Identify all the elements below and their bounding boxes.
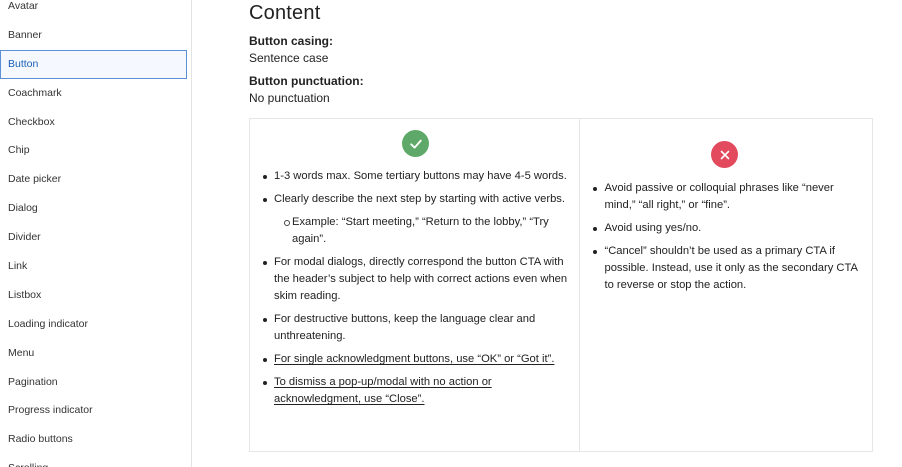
dont-item: Avoid passive or colloquial phrases like… (590, 180, 862, 214)
sidebar-item-loading-indicator[interactable]: Loading indicator (0, 310, 191, 339)
main-content: Content Button casing: Sentence case But… (249, 0, 879, 467)
do-item: For modal dialogs, directly correspond t… (260, 254, 569, 305)
sidebar-item-link[interactable]: Link (0, 252, 191, 281)
dont-item: Avoid using yes/no. (590, 220, 862, 237)
do-column: 1-3 words max. Some tertiary buttons may… (250, 119, 581, 451)
component-list: Avatar Banner Button Coachmark Checkbox … (0, 0, 191, 467)
sidebar-item-pagination[interactable]: Pagination (0, 368, 191, 397)
do-item: To dismiss a pop-up/modal with no action… (260, 374, 569, 408)
sidebar-item-coachmark[interactable]: Coachmark (0, 79, 191, 108)
do-item: Clearly describe the next step by starti… (260, 191, 569, 248)
dont-list: Avoid passive or colloquial phrases like… (590, 180, 862, 300)
do-list: 1-3 words max. Some tertiary buttons may… (260, 168, 569, 414)
sidebar-item-listbox[interactable]: Listbox (0, 281, 191, 310)
sidebar-item-divider[interactable]: Divider (0, 223, 191, 252)
dont-column: Avoid passive or colloquial phrases like… (580, 119, 872, 451)
do-sublist: Example: “Start meeting,” “Return to the… (274, 214, 569, 248)
do-dont-table: 1-3 words max. Some tertiary buttons may… (249, 118, 873, 452)
sidebar-item-radio-buttons[interactable]: Radio buttons (0, 425, 191, 454)
sidebar-item-checkbox[interactable]: Checkbox (0, 108, 191, 137)
casing-label: Button casing: (249, 34, 333, 48)
x-icon (711, 141, 739, 168)
sidebar-item-date-picker[interactable]: Date picker (0, 165, 191, 194)
checkmark-icon (402, 130, 429, 157)
section-title: Content (249, 2, 321, 24)
sidebar-nav: Avatar Banner Button Coachmark Checkbox … (0, 0, 192, 467)
sidebar-item-progress-indicator[interactable]: Progress indicator (0, 396, 191, 425)
do-item: For destructive buttons, keep the langua… (260, 311, 569, 345)
do-item: 1-3 words max. Some tertiary buttons may… (260, 168, 569, 185)
punctuation-value: No punctuation (249, 91, 330, 105)
punctuation-label: Button punctuation: (249, 74, 364, 88)
sidebar-item-menu[interactable]: Menu (0, 339, 191, 368)
casing-value: Sentence case (249, 51, 329, 65)
sidebar-item-avatar[interactable]: Avatar (0, 0, 191, 21)
sidebar-item-button[interactable]: Button (0, 49, 187, 79)
dont-item: “Cancel” shouldn’t be used as a primary … (590, 243, 862, 294)
sidebar-item-banner[interactable]: Banner (0, 21, 191, 50)
sidebar-item-scrolling[interactable]: Scrolling (0, 454, 191, 467)
do-item: For single acknowledgment buttons, use “… (260, 351, 569, 368)
do-item-text: Clearly describe the next step by starti… (274, 193, 566, 205)
sidebar-item-dialog[interactable]: Dialog (0, 194, 191, 223)
sidebar-item-chip[interactable]: Chip (0, 136, 191, 165)
example-item: Example: “Start meeting,” “Return to the… (284, 214, 569, 248)
